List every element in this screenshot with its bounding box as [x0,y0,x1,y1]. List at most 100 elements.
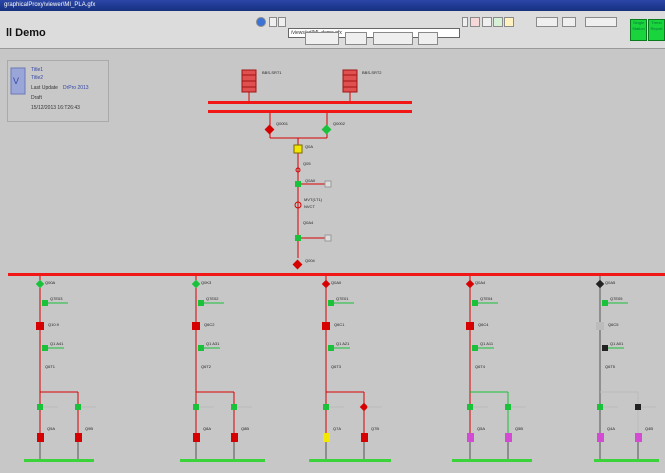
bay-1-disconnector-2[interactable] [75,404,81,410]
bay-1-label-1: Q7E03 [50,296,63,301]
bay-4-name: Q0A4 [475,280,486,285]
bay-4-disconnector-1[interactable] [467,404,473,410]
bay-4-disconnector-2[interactable] [505,404,511,410]
bay-2-earth-2[interactable] [198,345,204,351]
bay-3-disconnector-1[interactable] [323,404,329,410]
transformer-1[interactable]: BBS-SRT1 [241,69,282,102]
fit-icon[interactable] [562,17,576,27]
feeder-label-7: Q004 [305,258,316,263]
window-controls-icon[interactable] [585,17,617,27]
back-icon[interactable] [256,17,266,27]
bay-3-top-breaker[interactable] [321,279,331,289]
bay-4-earth-2[interactable] [472,345,478,351]
feeder-breaker-2[interactable] [295,235,301,241]
forward-icon[interactable] [269,17,277,27]
bay-5-disconnector-1[interactable] [597,404,603,410]
stop-icon[interactable] [470,17,480,27]
trend-report-button[interactable]: Trend Report [648,19,665,41]
bay-4-main-breaker[interactable] [466,322,474,330]
bay-4-earth-1[interactable] [472,300,478,306]
favorite-icon[interactable] [504,17,514,27]
breaker-top-1[interactable] [264,124,275,135]
single-station-button[interactable]: Single Station [630,19,647,41]
feeder-label-5: NVCT [304,204,315,209]
feeder-label-2: Q05 [303,161,311,166]
bay-2-load-1[interactable] [193,433,200,442]
bay-2-load-2[interactable] [231,433,238,442]
bay-4-top-breaker[interactable] [465,279,475,289]
path-dropdown-icon[interactable] [462,17,468,27]
bay-5-earth-2[interactable] [602,345,608,351]
bay-5-label-3: Q1 A01 [610,341,624,346]
print-icon[interactable] [418,32,438,45]
transformer-2-label: BBS-SRT2 [362,70,382,75]
app-title: ll Demo [6,27,46,39]
bay-3-earth-2[interactable] [328,345,334,351]
single-line-diagram: BBS-SRT1 BBS-SRT2 Q0001 Q0002 Q0A Q05 Q0… [8,69,665,462]
bay-5-load-1[interactable] [597,433,604,442]
feeder-earth-1[interactable] [324,180,332,188]
bay-3-disconnector-2[interactable] [359,402,369,412]
bay-2-main-breaker[interactable] [192,322,200,330]
bay-1-load-2[interactable] [75,433,82,442]
tools-icon[interactable] [345,32,367,45]
bay-4-label-1: Q7E04 [480,296,493,301]
bay-1-earth-2[interactable] [42,345,48,351]
bay-5-top-breaker[interactable] [595,279,605,289]
bay-2-disconnector-2[interactable] [231,404,237,410]
feeder-breaker-1[interactable] [295,181,301,187]
bay-2-label-1: Q7E02 [206,296,219,301]
transformer-1-label: BBS-SRT1 [262,70,282,75]
refresh-icon[interactable] [482,17,492,27]
toolbar: ll Demo /views/sd/MI_demo.gfx Single Sta… [0,11,665,49]
bay-3-earth-1[interactable] [328,300,334,306]
home-icon[interactable] [278,17,286,27]
ground-bar-3 [309,459,391,462]
bay-2-label-5: Q8A [203,426,211,431]
bay-4-label-3: Q1 A11 [480,341,494,346]
feeder-breaker-main[interactable] [292,259,303,270]
bay-1-load-1[interactable] [37,433,44,442]
feeder-earth-2[interactable] [324,234,332,242]
bay-4-load-2[interactable] [505,433,512,442]
bay-1-disconnector-1[interactable] [37,404,43,410]
window-titlebar: graphicalProxy\viewer\MI_PLA.gfx [0,0,665,11]
breaker-top-2[interactable] [321,124,332,135]
bay-5-load-2[interactable] [635,433,642,442]
bay-5-earth-1[interactable] [602,300,608,306]
bay-1-earth-1[interactable] [42,300,48,306]
bay-4-label-6: Q5B [515,426,523,431]
bay-1-name: Q00A [45,280,56,285]
go-icon[interactable] [493,17,503,27]
alarm-buttons[interactable] [373,32,413,45]
bay-5-disconnector-2[interactable] [635,404,641,410]
main-busbar [8,273,665,276]
navigate-buttons[interactable] [305,32,339,45]
bay-3-load-1[interactable] [323,433,330,442]
feeder-label-1: Q0A [305,144,313,149]
feeder-label-4: MVT(1T1) [304,197,323,202]
feeder-label-3: Q0A0 [305,178,316,183]
bay-2-label-4: Q6T2 [201,364,212,369]
bay-4-load-1[interactable] [467,433,474,442]
bay-5-label-2: Q6C5 [608,322,619,327]
bay-3-load-2[interactable] [361,433,368,442]
bay-5-name: Q0A5 [605,280,616,285]
bay-4-label-5: Q5A [477,426,485,431]
bay-2-disconnector-1[interactable] [193,404,199,410]
bay-3-label-2: Q6C1 [334,322,345,327]
bay-1-main-breaker[interactable] [36,322,44,330]
bay-3-label-1: Q7E01 [336,296,349,301]
bay-5-main-breaker[interactable] [596,322,604,330]
bay-2-top-breaker[interactable] [191,279,201,289]
bay-1-label-6: Q9B [85,426,93,431]
transformer-2[interactable]: BBS-SRT2 [342,69,382,102]
bay-3-label-3: Q1 A21 [336,341,350,346]
bay-1-top-breaker[interactable] [35,279,45,289]
bay-2-earth-1[interactable] [198,300,204,306]
window-title: graphicalProxy\viewer\MI_PLA.gfx [4,2,96,8]
zoom-icon[interactable] [536,17,558,27]
feeder-switch-warning[interactable] [293,144,303,154]
bay-5-label-4: Q6T5 [605,364,616,369]
bay-3-main-breaker[interactable] [322,322,330,330]
